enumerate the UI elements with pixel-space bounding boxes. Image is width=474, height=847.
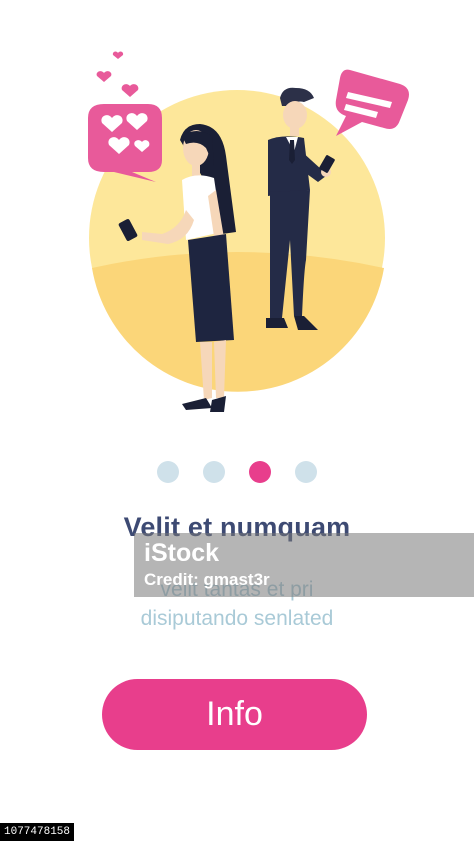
watermark-brand: iStock <box>144 539 220 567</box>
onboarding-subtitle-line2: disiputando senlated <box>140 607 334 630</box>
page-dot-2[interactable] <box>203 461 225 483</box>
watermark-credit: Credit: gmast3r <box>144 570 270 589</box>
illustration <box>88 51 409 412</box>
page-dot-3-active[interactable] <box>249 461 271 483</box>
stock-id-label: 1077478158 <box>0 823 75 841</box>
page-indicator <box>0 461 474 485</box>
watermark-overlay: iStock Credit: gmast3r <box>134 533 474 597</box>
text-speech-bubble-icon <box>335 69 409 136</box>
info-button[interactable]: Info <box>102 679 367 750</box>
page-dot-1[interactable] <box>157 461 179 483</box>
page-dot-4[interactable] <box>295 461 317 483</box>
heart-speech-bubble-icon <box>88 51 162 182</box>
